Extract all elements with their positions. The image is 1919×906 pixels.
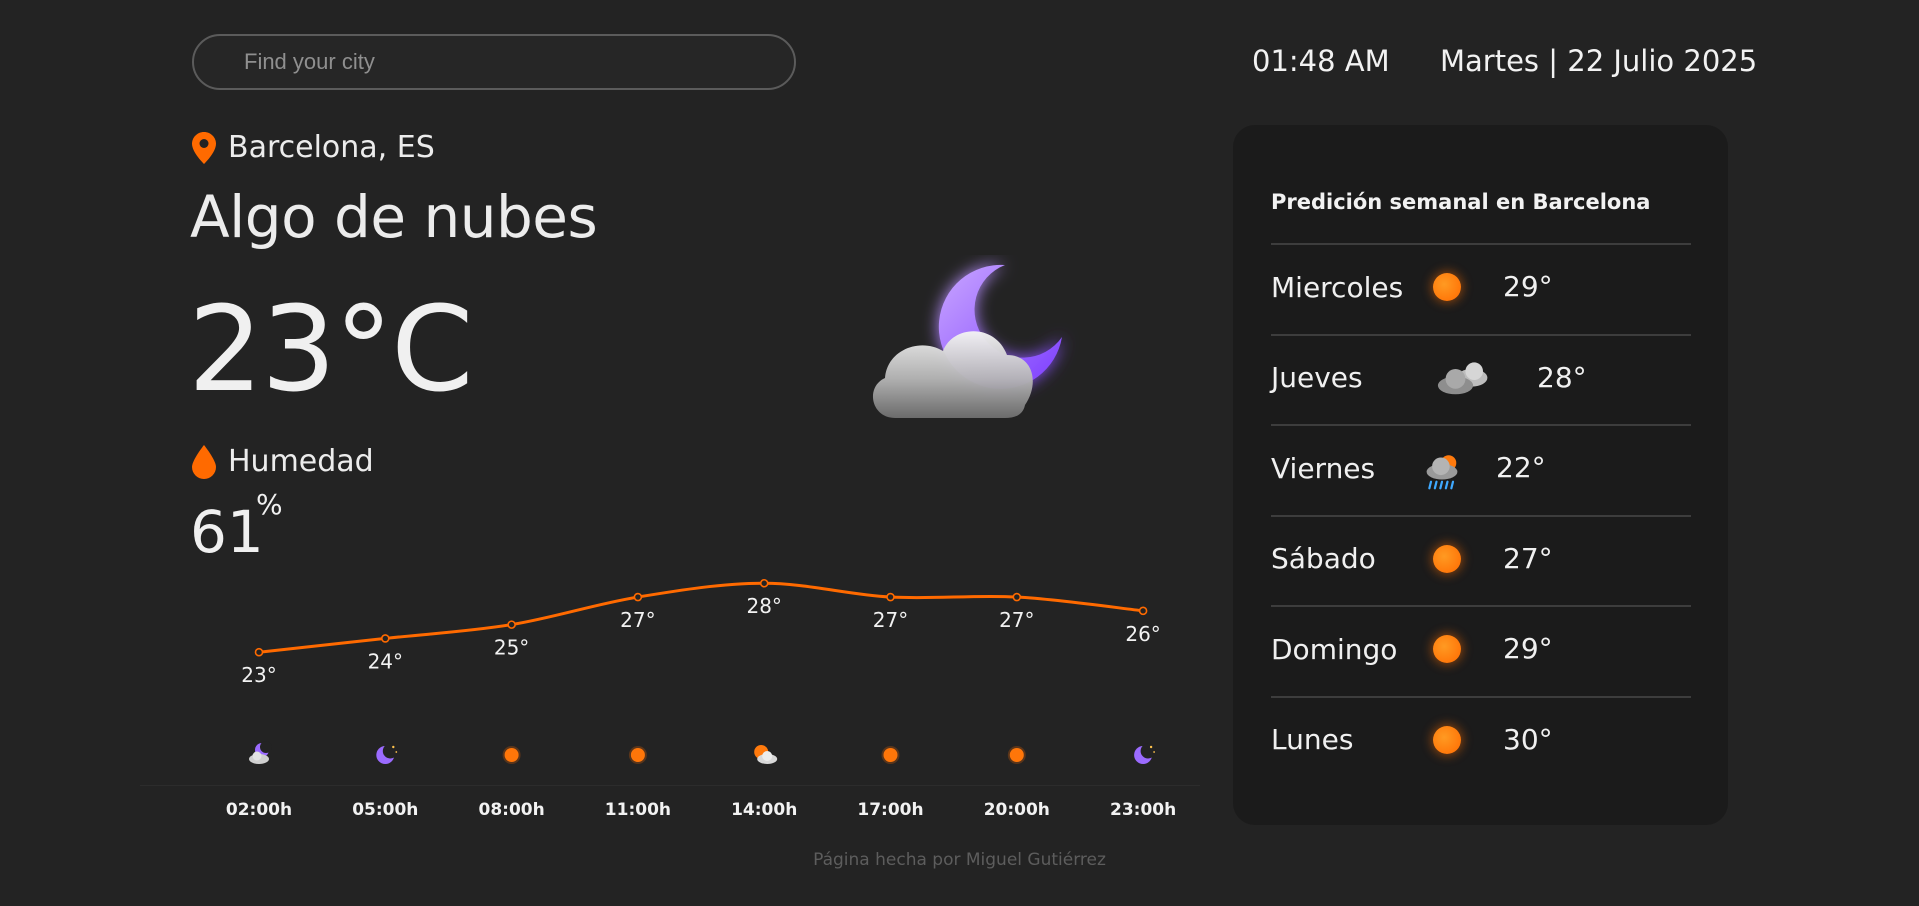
temperature-point xyxy=(381,634,390,643)
temperature-label: 24° xyxy=(368,649,403,673)
hour-label: 08:00h xyxy=(478,800,544,820)
day-temperature: 22° xyxy=(1496,451,1546,484)
rain-sun-icon xyxy=(1426,455,1458,490)
night-cloud-icon xyxy=(249,741,272,764)
temperature-label: 25° xyxy=(494,636,529,660)
humidity-value: 61% xyxy=(190,491,283,562)
weekly-forecast-title: Predición semanal en Barcelona xyxy=(1271,190,1651,214)
day-temperature: 30° xyxy=(1503,722,1553,756)
hour-label: 05:00h xyxy=(352,800,418,820)
weekly-day-row: Jueves 28° xyxy=(1271,334,1691,422)
temperature-point xyxy=(1138,606,1148,616)
humidity-number: 61 xyxy=(190,498,264,566)
hourly-chart-svg: 23° 02:00h 24° 05:00h 25° 08:00h 27° 11:00h 28° 1… xyxy=(226,578,1176,820)
day-temperature: 29° xyxy=(1503,632,1553,665)
humidity-unit: % xyxy=(256,488,283,521)
sun-icon xyxy=(502,746,521,764)
weekly-day-row: Sábado 27° xyxy=(1271,515,1691,603)
temperature-point xyxy=(1012,592,1022,602)
temperature-label: 28° xyxy=(746,594,781,618)
hour-label: 02:00h xyxy=(226,800,292,820)
hourly-forecast-chart: 23° 02:00h 24° 05:00h 25° 08:00h 27° 11:00h 28° 1… xyxy=(140,570,1200,840)
weekly-day-row: Lunes 30° xyxy=(1271,696,1691,784)
moon-stars-icon xyxy=(1134,743,1156,764)
search-bar[interactable] xyxy=(192,34,796,90)
sun-icon xyxy=(1433,273,1461,301)
temperature-point xyxy=(886,592,895,602)
temperature-label: 27° xyxy=(873,608,908,632)
temperature-label: 27° xyxy=(620,608,655,632)
hour-label: 23:00h xyxy=(1110,800,1176,820)
night-cloud-moon-icon xyxy=(872,264,1062,418)
day-name: Jueves xyxy=(1271,361,1363,394)
humidity-label: Humedad xyxy=(192,444,374,479)
weekly-day-row: Miercoles 29° xyxy=(1271,243,1691,331)
location: Barcelona, ES xyxy=(192,130,435,165)
temperature-point xyxy=(507,620,516,629)
current-temperature: 23°C xyxy=(188,280,474,418)
temperature-label: 27° xyxy=(999,608,1034,632)
sun-icon xyxy=(1433,725,1461,754)
temperature-label: 26° xyxy=(1125,622,1160,646)
moon-stars-icon xyxy=(376,743,398,764)
sun-icon xyxy=(1433,544,1461,573)
temperature-point xyxy=(759,578,769,588)
current-time: 01:48 AM xyxy=(1252,44,1390,78)
location-pin-icon xyxy=(192,131,216,164)
divider xyxy=(140,785,1200,786)
footer-credit: Página hecha por Miguel Gutiérrez xyxy=(813,850,1106,870)
clouds-icon xyxy=(1437,361,1488,394)
hour-label: 14:00h xyxy=(731,800,797,820)
hour-label: 20:00h xyxy=(984,800,1050,820)
sun-icon xyxy=(881,746,900,764)
water-drop-icon xyxy=(192,444,216,479)
city-search-input[interactable] xyxy=(244,49,794,75)
day-name: Sábado xyxy=(1271,542,1376,575)
weekly-day-row: Domingo 29° xyxy=(1271,605,1691,693)
day-temperature: 29° xyxy=(1503,270,1553,303)
day-temperature: 28° xyxy=(1537,360,1587,394)
sun-icon xyxy=(1433,635,1461,663)
humidity-label-text: Humedad xyxy=(228,444,374,479)
clouds-icon xyxy=(1437,361,1488,394)
weather-page: 01:48 AM Martes | 22 Julio 2025 Barcelon… xyxy=(0,0,1919,906)
day-name: Miercoles xyxy=(1271,270,1404,304)
weekly-day-row: Viernes 22° xyxy=(1271,424,1691,512)
day-name: Viernes xyxy=(1271,451,1376,485)
day-name: Domingo xyxy=(1271,632,1398,666)
hour-label: 17:00h xyxy=(857,800,923,820)
location-name: Barcelona, ES xyxy=(228,130,435,165)
temperature-point xyxy=(254,647,264,657)
current-date: Martes | 22 Julio 2025 xyxy=(1440,44,1758,78)
day-temperature: 27° xyxy=(1503,541,1553,575)
day-name: Lunes xyxy=(1271,723,1354,756)
weekly-forecast-panel: Predición semanal en Barcelona Miercoles… xyxy=(1233,125,1728,825)
sun-icon xyxy=(628,746,647,764)
weather-condition: Algo de nubes xyxy=(190,183,598,251)
sun-cloud-icon xyxy=(754,745,778,764)
rain-sun-icon xyxy=(1426,455,1458,490)
hour-label: 11:00h xyxy=(605,800,671,820)
sun-icon xyxy=(1007,746,1026,764)
temperature-label: 23° xyxy=(241,663,276,687)
temperature-point xyxy=(633,592,643,602)
